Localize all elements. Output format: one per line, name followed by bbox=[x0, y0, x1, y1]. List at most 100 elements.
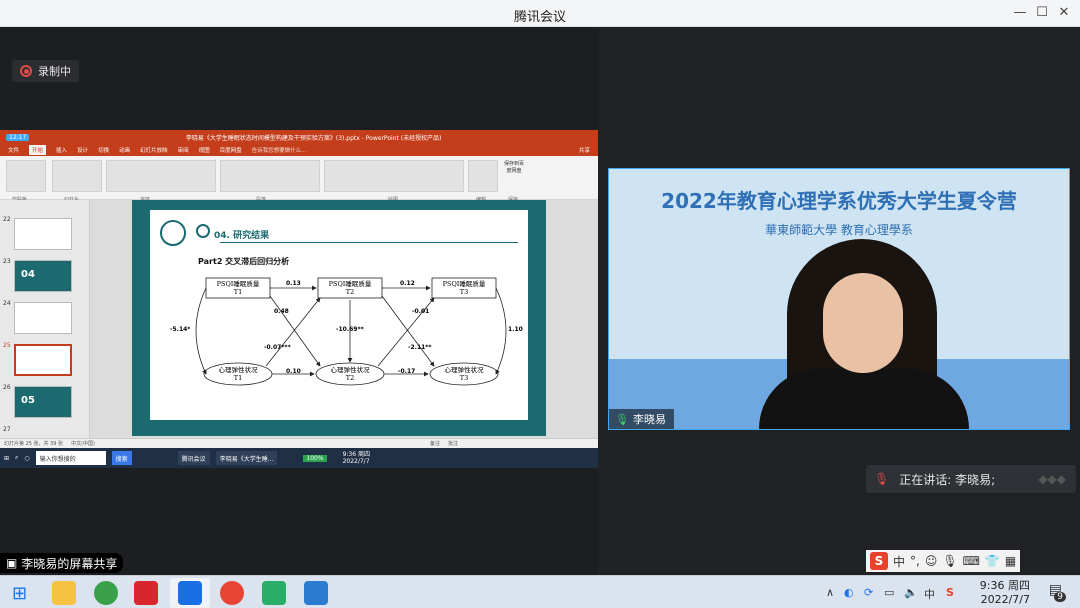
battery-icon[interactable]: ▭ bbox=[884, 586, 894, 599]
windows-start-icon[interactable]: ⊞ bbox=[12, 583, 27, 604]
ime-item[interactable]: 中 bbox=[893, 553, 905, 570]
tray-app-icon[interactable]: ◐ bbox=[844, 586, 854, 599]
screen-sharer-label: ▣ 李晓易的屏幕共享 bbox=[0, 553, 124, 573]
ime-item[interactable]: ⌨ bbox=[963, 554, 980, 568]
font-group[interactable] bbox=[106, 160, 216, 192]
coef-label: -10.69** bbox=[336, 326, 364, 333]
ime-item[interactable]: ☺ bbox=[925, 554, 938, 568]
coef-label: 0.48 bbox=[274, 308, 289, 315]
taskbar-app[interactable]: 腾讯会议 bbox=[177, 451, 210, 465]
comments-button[interactable]: 批注 bbox=[448, 440, 458, 447]
windows-start-icon[interactable]: ⊞ bbox=[4, 455, 9, 462]
maximize-button[interactable]: ☐ bbox=[1032, 4, 1052, 22]
tab-home[interactable]: 开始 bbox=[29, 145, 47, 155]
thumb-number: 26 bbox=[3, 384, 11, 391]
ime-item[interactable]: ▦ bbox=[1005, 554, 1016, 568]
app-titlebar: 腾讯会议 — ☐ ✕ bbox=[0, 0, 1080, 27]
tab-transitions[interactable]: 切换 bbox=[98, 146, 109, 154]
save-baidu-button[interactable]: 保存到百度网盘 bbox=[502, 160, 526, 174]
coef-label: -5.14* bbox=[170, 326, 191, 333]
clipboard-group[interactable] bbox=[6, 160, 46, 192]
volume-icon[interactable]: 🔈 bbox=[904, 586, 918, 599]
tab-baidu[interactable]: 百度网盘 bbox=[220, 146, 242, 154]
wechat-icon[interactable] bbox=[262, 581, 286, 605]
coef-label: -0.07*** bbox=[264, 344, 291, 351]
tab-review[interactable]: 审阅 bbox=[178, 146, 189, 154]
ppt-share-button[interactable]: 共享 bbox=[579, 146, 590, 154]
tray-sync-icon[interactable]: ⟳ bbox=[864, 586, 873, 599]
node-psqi-t2: PSQI睡眠质量 T2 bbox=[328, 280, 372, 296]
slide-count: 幻灯片第 25 张，共 39 张 bbox=[4, 441, 64, 447]
search-icon[interactable]: ⌕ bbox=[15, 454, 18, 462]
path-arrow bbox=[195, 287, 207, 375]
participant-name-tag: 🎙 李晓易 bbox=[609, 409, 674, 429]
coef-label: 0.12 bbox=[400, 280, 415, 287]
tab-file[interactable]: 文件 bbox=[8, 146, 19, 154]
tencent-meeting-icon[interactable] bbox=[178, 581, 202, 605]
thumb-number: 23 bbox=[3, 258, 11, 265]
editing-group[interactable] bbox=[468, 160, 498, 192]
shared-screen: 12:17 李晓易《大学生睡眠状态时间模型构建及干预实验方案》(3).pptx … bbox=[0, 130, 598, 468]
tab-animations[interactable]: 动画 bbox=[119, 146, 130, 154]
ime-language-indicator[interactable]: 中 bbox=[924, 586, 935, 602]
coef-label: -0.17 bbox=[398, 368, 416, 375]
speaker-mic-icon: 🎙 bbox=[874, 472, 890, 486]
slide-thumb[interactable]: 04 bbox=[14, 260, 72, 292]
taskbar-app[interactable]: 李晓易《大学生睡... bbox=[215, 451, 278, 465]
slide-thumb-selected[interactable] bbox=[14, 344, 72, 376]
language-status[interactable]: 中文(中国) bbox=[71, 440, 95, 447]
node-resilience-t3: 心理弹性状况 T3 bbox=[444, 366, 484, 382]
photos-icon[interactable] bbox=[304, 581, 328, 605]
sogou-ime-icon[interactable]: S bbox=[870, 552, 888, 570]
participant-video-tile[interactable]: 2022年教育心理学系优秀大学生夏令营 華東師範大學 教育心理學系 🎙 李晓易 bbox=[608, 168, 1070, 430]
tab-insert[interactable]: 插入 bbox=[56, 146, 67, 154]
microphone-icon: 🎙 bbox=[615, 412, 629, 426]
node-psqi-t1: PSQI睡眠质量 T1 bbox=[216, 280, 260, 296]
path-arrow bbox=[495, 287, 507, 375]
search-hint[interactable]: 告诉我您想要做什么... bbox=[252, 146, 307, 154]
slide-thumbnails[interactable]: 22 23 04 24 25 26 05 27 bbox=[0, 200, 90, 438]
video-school-text: 華東師範大學 教育心理學系 bbox=[765, 223, 913, 237]
ime-item[interactable]: °, bbox=[910, 554, 920, 568]
ime-item[interactable]: 🎙 bbox=[942, 554, 957, 568]
wps-office-icon[interactable] bbox=[134, 581, 158, 605]
taskbar-search-box[interactable]: 输入你想搜的 bbox=[35, 451, 106, 465]
chrome-icon[interactable] bbox=[220, 581, 244, 605]
tab-view[interactable]: 视图 bbox=[199, 146, 210, 154]
close-button[interactable]: ✕ bbox=[1054, 4, 1074, 22]
paragraph-group[interactable] bbox=[220, 160, 320, 192]
ie-browser-icon[interactable] bbox=[94, 581, 118, 605]
task-view-icon[interactable]: ○ bbox=[24, 455, 29, 462]
slide-editor[interactable]: 04. 研究结果 Part2 交叉滞后回归分析 PSQI睡眠质量 T1 PSQI… bbox=[90, 200, 598, 438]
sogou-tray-icon[interactable]: S bbox=[946, 586, 954, 599]
tab-design[interactable]: 设计 bbox=[77, 146, 88, 154]
screen-share-icon: ▣ bbox=[6, 556, 18, 570]
taskbar-search-button[interactable]: 搜索 bbox=[111, 451, 132, 465]
tray-expand-icon[interactable]: ∧ bbox=[826, 586, 834, 599]
drawing-group[interactable] bbox=[324, 160, 464, 192]
tab-slideshow[interactable]: 幻灯片放映 bbox=[140, 146, 168, 154]
file-explorer-icon[interactable] bbox=[52, 581, 76, 605]
speaking-label: 正在讲话: 李晓易; bbox=[899, 472, 996, 487]
node-resilience-t1: 心理弹性状况 T1 bbox=[218, 366, 258, 382]
thumb-number: 22 bbox=[3, 216, 11, 223]
audio-wave-icon: ◆◆◆ bbox=[1038, 472, 1066, 486]
ppt-ribbon-tabs: 文件 开始 插入 设计 切换 动画 幻灯片放映 审阅 视图 百度网盘 告诉我您想… bbox=[0, 144, 598, 156]
video-banner-text: 2022年教育心理学系优秀大学生夏令营 bbox=[661, 189, 1017, 213]
slide-thumb[interactable]: 05 bbox=[14, 386, 72, 418]
recording-indicator[interactable]: 录制中 bbox=[12, 60, 79, 82]
coef-label: -0.01 bbox=[412, 308, 430, 315]
minimize-button[interactable]: — bbox=[1010, 4, 1030, 22]
time-badge: 12:17 bbox=[6, 133, 30, 141]
thumb-number: 25 bbox=[3, 342, 11, 349]
slide-thumb[interactable] bbox=[14, 218, 72, 250]
notes-button[interactable]: 备注 bbox=[430, 440, 440, 447]
taskbar-clock[interactable]: 9:36 周四 2022/7/7 bbox=[980, 579, 1030, 607]
slide-thumb[interactable] bbox=[14, 302, 72, 334]
ppt-statusbar: 幻灯片第 25 张，共 39 张 中文(中国) 备注 批注 bbox=[0, 438, 598, 448]
ime-item[interactable]: 👕 bbox=[985, 554, 1000, 568]
ime-toolbar[interactable]: S 中 °, ☺ 🎙 ⌨ 👕 ▦ bbox=[866, 550, 1021, 572]
current-slide[interactable]: 04. 研究结果 Part2 交叉滞后回归分析 PSQI睡眠质量 T1 PSQI… bbox=[150, 210, 528, 420]
slides-group[interactable] bbox=[52, 160, 102, 192]
coef-label: 1.10 bbox=[508, 326, 523, 333]
